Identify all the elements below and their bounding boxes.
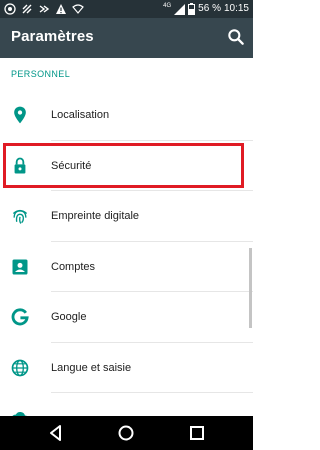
google-icon [11,308,29,326]
page-title: Paramètres [11,28,94,45]
settings-item-label: Localisation [51,109,110,121]
fingerprint-icon [12,209,28,224]
battery-icon [188,3,196,15]
settings-item-label: Empreinte digitale [51,210,140,222]
status-bar: 4G 56 % 10:15 [0,0,253,18]
settings-item-label: Comptes [51,260,96,273]
cellular-icon [174,3,186,15]
status-bar-notifications [4,2,84,16]
home-icon[interactable] [116,423,136,443]
recents-icon[interactable] [187,423,207,443]
settings-item-langue-et-saisie[interactable]: Langue et saisie [0,343,253,393]
back-icon[interactable] [46,423,66,443]
battery-percent: 56 % [198,3,221,14]
search-icon[interactable] [226,27,246,47]
location-pin-icon [14,106,26,124]
cast-icon [72,4,84,14]
edge-icon [39,5,50,13]
settings-item-empreinte-digitale[interactable]: Empreinte digitale [0,191,253,242]
settings-item-localisation[interactable]: Localisation [0,90,253,141]
notification-icon [22,4,32,14]
navigation-bar [0,416,253,450]
clock: 10:15 [223,3,249,14]
status-bar-system: 4G 56 % 10:15 [163,2,249,16]
highlight-box [3,143,244,188]
globe-icon [11,359,29,376]
app-bar: Paramètres [0,18,253,58]
account-box-icon [12,259,28,274]
wifi-location-icon [4,3,16,15]
section-header-personnel: PERSONNEL [11,69,71,79]
settings-item-comptes[interactable]: Comptes [0,242,253,292]
settings-item-google[interactable]: Google [0,292,253,343]
settings-item-label: Langue et saisie [51,361,132,374]
scrollbar[interactable] [249,248,252,328]
settings-item-label: Google [51,311,87,323]
alert-icon [56,4,66,14]
network-type: 4G [163,3,172,9]
